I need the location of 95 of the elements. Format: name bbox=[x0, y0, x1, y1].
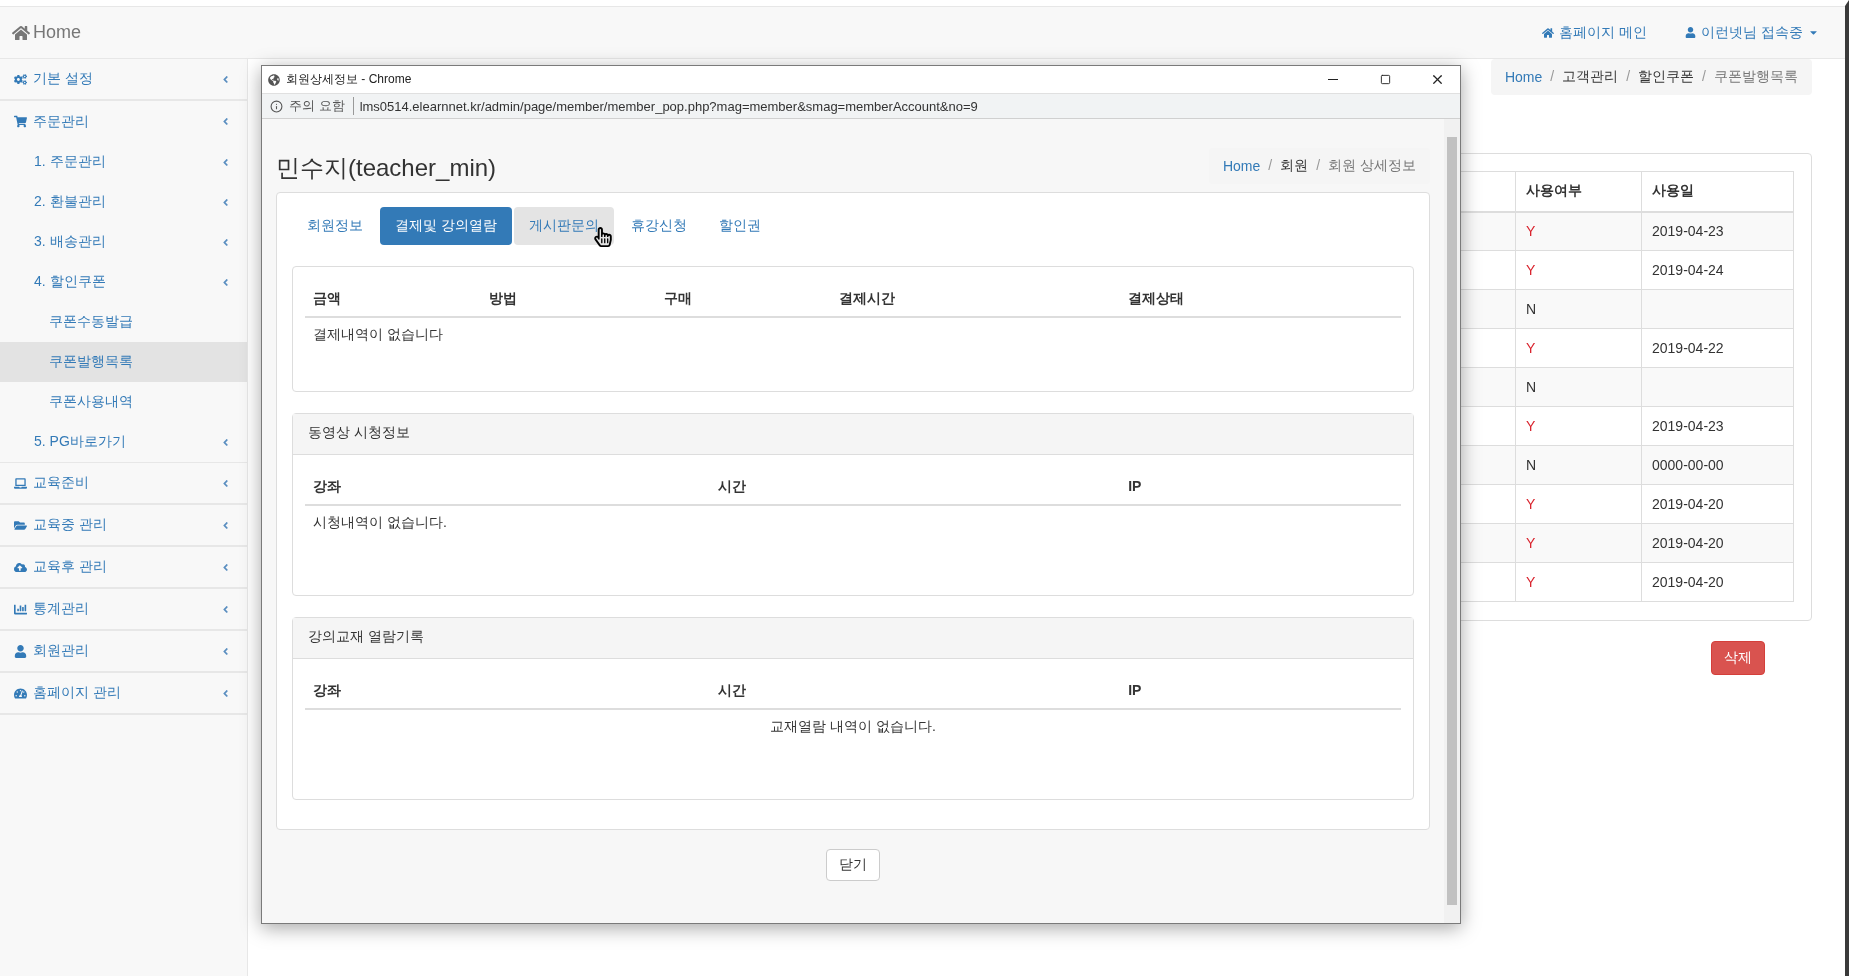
tab[interactable]: 결제및 강의열람 bbox=[380, 207, 512, 245]
breadcrumb-separator: / bbox=[1549, 68, 1556, 86]
sidebar-item[interactable]: 3. 배송관리 bbox=[0, 222, 247, 262]
column-header: 구매 bbox=[663, 289, 694, 308]
column-header: IP bbox=[1127, 681, 1143, 700]
table-cell: 2019-04-22 bbox=[1641, 328, 1794, 368]
sidebar-item[interactable]: 쿠폰사용내역 bbox=[0, 382, 247, 422]
scrollbar[interactable] bbox=[1444, 119, 1460, 923]
breadcrumb-link[interactable]: Home bbox=[1504, 68, 1543, 86]
sidebar-item[interactable]: 4. 할인쿠폰 bbox=[0, 262, 247, 302]
sidebar-item[interactable]: 기본 설정 bbox=[0, 59, 247, 100]
delete-button[interactable]: 삭제 bbox=[1711, 641, 1765, 675]
tab[interactable]: 휴강신청 bbox=[615, 207, 702, 245]
table-cell: Y bbox=[1515, 211, 1642, 251]
table-cell: Y bbox=[1515, 328, 1642, 368]
maximize-icon bbox=[1379, 74, 1391, 85]
column-header: 사용일 bbox=[1641, 171, 1794, 212]
address-bar[interactable]: 주의 요함 lms0514.elearnnet.kr/admin/page/member/member_pop.php?mag=member&smag=memberAccount&no=9 bbox=[262, 93, 1460, 119]
sidebar-item[interactable]: 교육준비 bbox=[0, 463, 247, 504]
minimize-icon bbox=[1328, 79, 1338, 80]
menu-icon bbox=[14, 560, 27, 574]
table-cell: 2019-04-20 bbox=[1641, 484, 1794, 524]
url-text: lms0514.elearnnet.kr/admin/page/member/member_pop.php?mag=member&smag=memberAccount&no=9 bbox=[359, 98, 978, 114]
menu-icon bbox=[14, 115, 27, 128]
empty-message: 교재열람 내역이 없습니다. bbox=[769, 717, 937, 736]
breadcrumb-separator: / bbox=[1267, 157, 1274, 175]
sidebar-item[interactable]: 홈페이지 관리 bbox=[0, 673, 247, 714]
breadcrumb-item: 회원 상세정보 bbox=[1328, 157, 1416, 175]
info-icon bbox=[270, 99, 283, 113]
column-header: 강좌 bbox=[312, 477, 342, 496]
table-cell: 2019-04-23 bbox=[1641, 406, 1794, 446]
sidebar-item[interactable]: 5. PG바로가기 bbox=[0, 422, 247, 462]
table-cell: Y bbox=[1515, 406, 1642, 446]
sidebar-item[interactable]: 교육후 관리 bbox=[0, 547, 247, 588]
tab[interactable]: 회원정보 bbox=[292, 207, 378, 245]
tab[interactable]: 할인권 bbox=[703, 207, 776, 245]
breadcrumb-separator: / bbox=[1315, 157, 1322, 175]
sidebar-item[interactable]: 2. 환불관리 bbox=[0, 182, 247, 222]
column-header: IP bbox=[1127, 477, 1143, 496]
breadcrumb-separator: / bbox=[1701, 68, 1707, 86]
column-header: 결제시간 bbox=[837, 289, 896, 308]
table-cell: Y bbox=[1515, 523, 1642, 563]
column-header: 시간 bbox=[717, 681, 748, 700]
table-cell: Y bbox=[1515, 484, 1642, 524]
menu-icon bbox=[14, 476, 27, 490]
column-header: 방법 bbox=[487, 289, 518, 308]
table-cell: 2019-04-24 bbox=[1641, 250, 1794, 290]
sidebar-item[interactable]: 회원관리 bbox=[0, 631, 247, 672]
user-icon bbox=[1685, 27, 1697, 38]
empty-message: 시청내역이 없습니다. bbox=[312, 513, 448, 532]
sidebar-item[interactable]: 쿠폰수동발급 bbox=[0, 302, 247, 342]
globe-icon bbox=[268, 73, 280, 86]
table-cell: N bbox=[1515, 289, 1642, 329]
table-cell: 0000-00-00 bbox=[1641, 445, 1794, 485]
empty-message: 결제내역이 없습니다 bbox=[312, 325, 444, 344]
page-heading: 민수지(teacher_min) bbox=[276, 153, 497, 183]
table-cell: N bbox=[1515, 367, 1642, 407]
breadcrumb-item: 고객관리 bbox=[1562, 68, 1619, 86]
breadcrumb-separator: / bbox=[1625, 68, 1632, 86]
sidebar-item[interactable]: 주문관리 bbox=[0, 101, 247, 142]
panel-heading: 강의교재 열람기록 bbox=[293, 618, 1413, 659]
panel-heading: 동영상 시청정보 bbox=[293, 414, 1413, 455]
column-header: 사용여부 bbox=[1515, 171, 1642, 212]
sidebar-item[interactable]: 쿠폰발행목록 bbox=[0, 342, 247, 382]
breadcrumb-item: 쿠폰발행목록 bbox=[1714, 68, 1798, 86]
column-header: 금액 bbox=[312, 289, 342, 308]
table-cell: N bbox=[1515, 445, 1642, 485]
sidebar-item[interactable]: 교육중 관리 bbox=[0, 505, 247, 546]
nav-link[interactable]: 이런넷님 접속중 bbox=[1685, 23, 1819, 42]
column-header: 시간 bbox=[717, 477, 748, 496]
tab[interactable]: 게시판문의 bbox=[513, 207, 614, 245]
close-popup-button[interactable]: 닫기 bbox=[826, 849, 880, 881]
menu-icon bbox=[14, 518, 27, 532]
security-label: 주의 요함 bbox=[289, 97, 345, 115]
home-icon bbox=[1542, 26, 1555, 39]
table-cell: Y bbox=[1515, 250, 1642, 290]
nav-link[interactable]: 홈페이지 메인 bbox=[1542, 23, 1648, 42]
menu-icon bbox=[14, 686, 27, 700]
sidebar-item[interactable]: 1. 주문관리 bbox=[0, 142, 247, 182]
menu-icon bbox=[14, 72, 27, 86]
table-cell: 2019-04-20 bbox=[1641, 562, 1794, 602]
breadcrumb-link[interactable]: Home bbox=[1222, 157, 1261, 175]
home-icon bbox=[12, 23, 30, 42]
column-header: 강좌 bbox=[312, 681, 342, 700]
menu-icon bbox=[14, 644, 27, 658]
menu-icon bbox=[14, 602, 27, 616]
sidebar-item[interactable]: 통계관리 bbox=[0, 589, 247, 630]
table-cell: 2019-04-23 bbox=[1641, 211, 1794, 251]
breadcrumb-item: 회원 bbox=[1280, 157, 1309, 175]
window-title: 회원상세정보 - Chrome bbox=[286, 71, 413, 88]
table-cell: Y bbox=[1515, 562, 1642, 602]
breadcrumb-item: 할인쿠폰 bbox=[1638, 68, 1695, 86]
column-header: 결제상태 bbox=[1127, 289, 1186, 308]
table-cell: 2019-04-20 bbox=[1641, 523, 1794, 563]
home-link[interactable]: Home bbox=[12, 22, 81, 43]
